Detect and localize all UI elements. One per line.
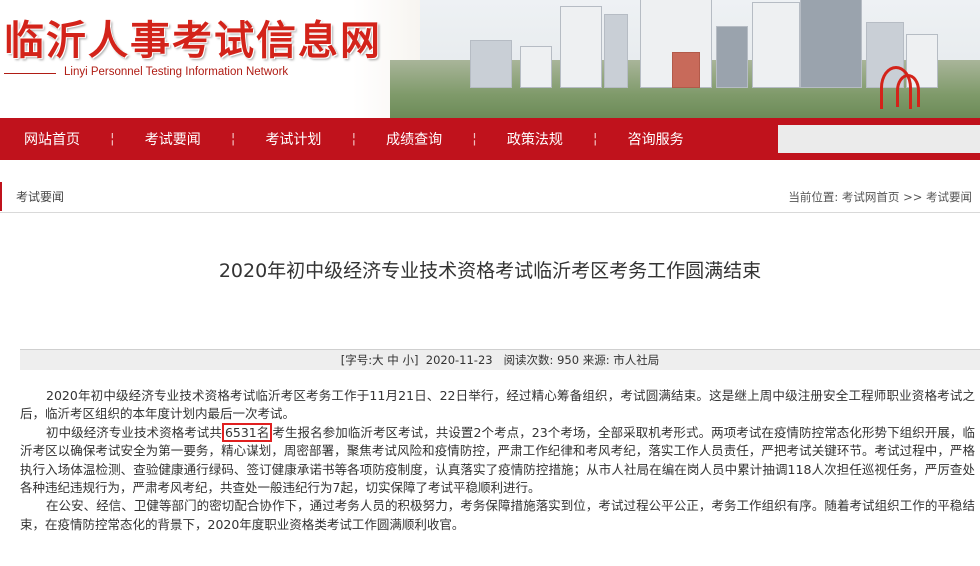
search-input[interactable] (778, 125, 980, 153)
nav-separator: ¦ (110, 131, 115, 147)
banner-building (752, 2, 800, 88)
article-paragraph: 在公安、经信、卫健等部门的密切配合协作下，通过考务人员的积极努力，考务保障措施落… (20, 498, 975, 532)
article-meta: [字号:大 中 小] 2020-11-23 阅读次数: 950 来源: 市人社局 (20, 349, 980, 370)
section-label: 考试要闻 (0, 182, 78, 211)
breadcrumb-current-link[interactable]: 考试要闻 (926, 190, 972, 204)
font-size-medium-link[interactable]: 中 (387, 353, 399, 367)
banner-building (672, 52, 700, 88)
banner-building (470, 40, 512, 88)
views-label: 阅读次数: (503, 353, 554, 367)
banner-building (716, 26, 748, 88)
article-paragraph: 初中级经济专业技术资格考试共 6531名 考生报名参加临沂考区考试，共设置2个考点，… (20, 422, 975, 498)
article-body: 2020年初中级经济专业技术资格考试临沂考区考务工作于11月21日、22日举行，… (20, 387, 975, 534)
nav-separator: ¦ (230, 131, 236, 147)
font-size-small-link[interactable]: 小 (402, 353, 414, 367)
article-paragraph: 2020年初中级经济专业技术资格考试临沂考区考务工作于11月21日、22日举行，… (20, 388, 975, 422)
banner-building (520, 46, 552, 88)
breadcrumb-prefix: 当前位置: (788, 190, 839, 204)
article-title: 2020年初中级经济专业技术资格考试临沂考区考务工作圆满结束 (218, 260, 762, 282)
paragraph-text: 初中级经济专业技术资格考试共 (46, 424, 222, 440)
nav-separator: ¦ (351, 131, 357, 147)
breadcrumb-bar: 考试要闻 当前位置: 考试网首页 >> 考试要闻 (0, 182, 980, 213)
highlighted-count: 6531名 (221, 422, 273, 442)
breadcrumb-home-link[interactable]: 考试网首页 (842, 190, 900, 204)
breadcrumb-arrow: >> (903, 190, 923, 204)
nav-policy[interactable]: 政策法规 (507, 129, 563, 149)
nav-consulting[interactable]: 咨询服务 (628, 129, 684, 149)
nav-separator: ¦ (472, 131, 477, 147)
publish-date: 2020-11-23 (425, 353, 493, 367)
site-title-rule (4, 73, 56, 74)
main-nav: 网站首页 ¦ 考试要闻 ¦ 考试计划 ¦ 成绩查询 ¦ 政策法规 ¦ 咨询服务 (0, 118, 980, 160)
nav-exam-plan[interactable]: 考试计划 (265, 129, 321, 149)
header-banner: 临沂人事考试信息网 Linyi Personnel Testing Inform… (0, 0, 980, 118)
site-subtitle-en: Linyi Personnel Testing Information Netw… (64, 66, 289, 78)
breadcrumb: 当前位置: 考试网首页 >> 考试要闻 (788, 182, 972, 212)
nav-exam-news[interactable]: 考试要闻 (145, 129, 201, 149)
source-value: 市人社局 (613, 353, 660, 367)
site-title: 临沂人事考试信息网 (4, 17, 382, 64)
nav-home[interactable]: 网站首页 (24, 129, 80, 149)
views-count: 950 (557, 353, 580, 367)
font-size-label: [字号: (340, 353, 373, 367)
nav-separator: ¦ (592, 131, 598, 147)
font-size-large-link[interactable]: 大 (372, 353, 384, 367)
nav-score-query[interactable]: 成绩查询 (386, 129, 442, 149)
banner-building (560, 6, 602, 88)
banner-building (800, 0, 862, 88)
banner-sculpture (896, 74, 920, 107)
source-label: 来源: (582, 353, 610, 367)
banner-building (604, 14, 628, 88)
